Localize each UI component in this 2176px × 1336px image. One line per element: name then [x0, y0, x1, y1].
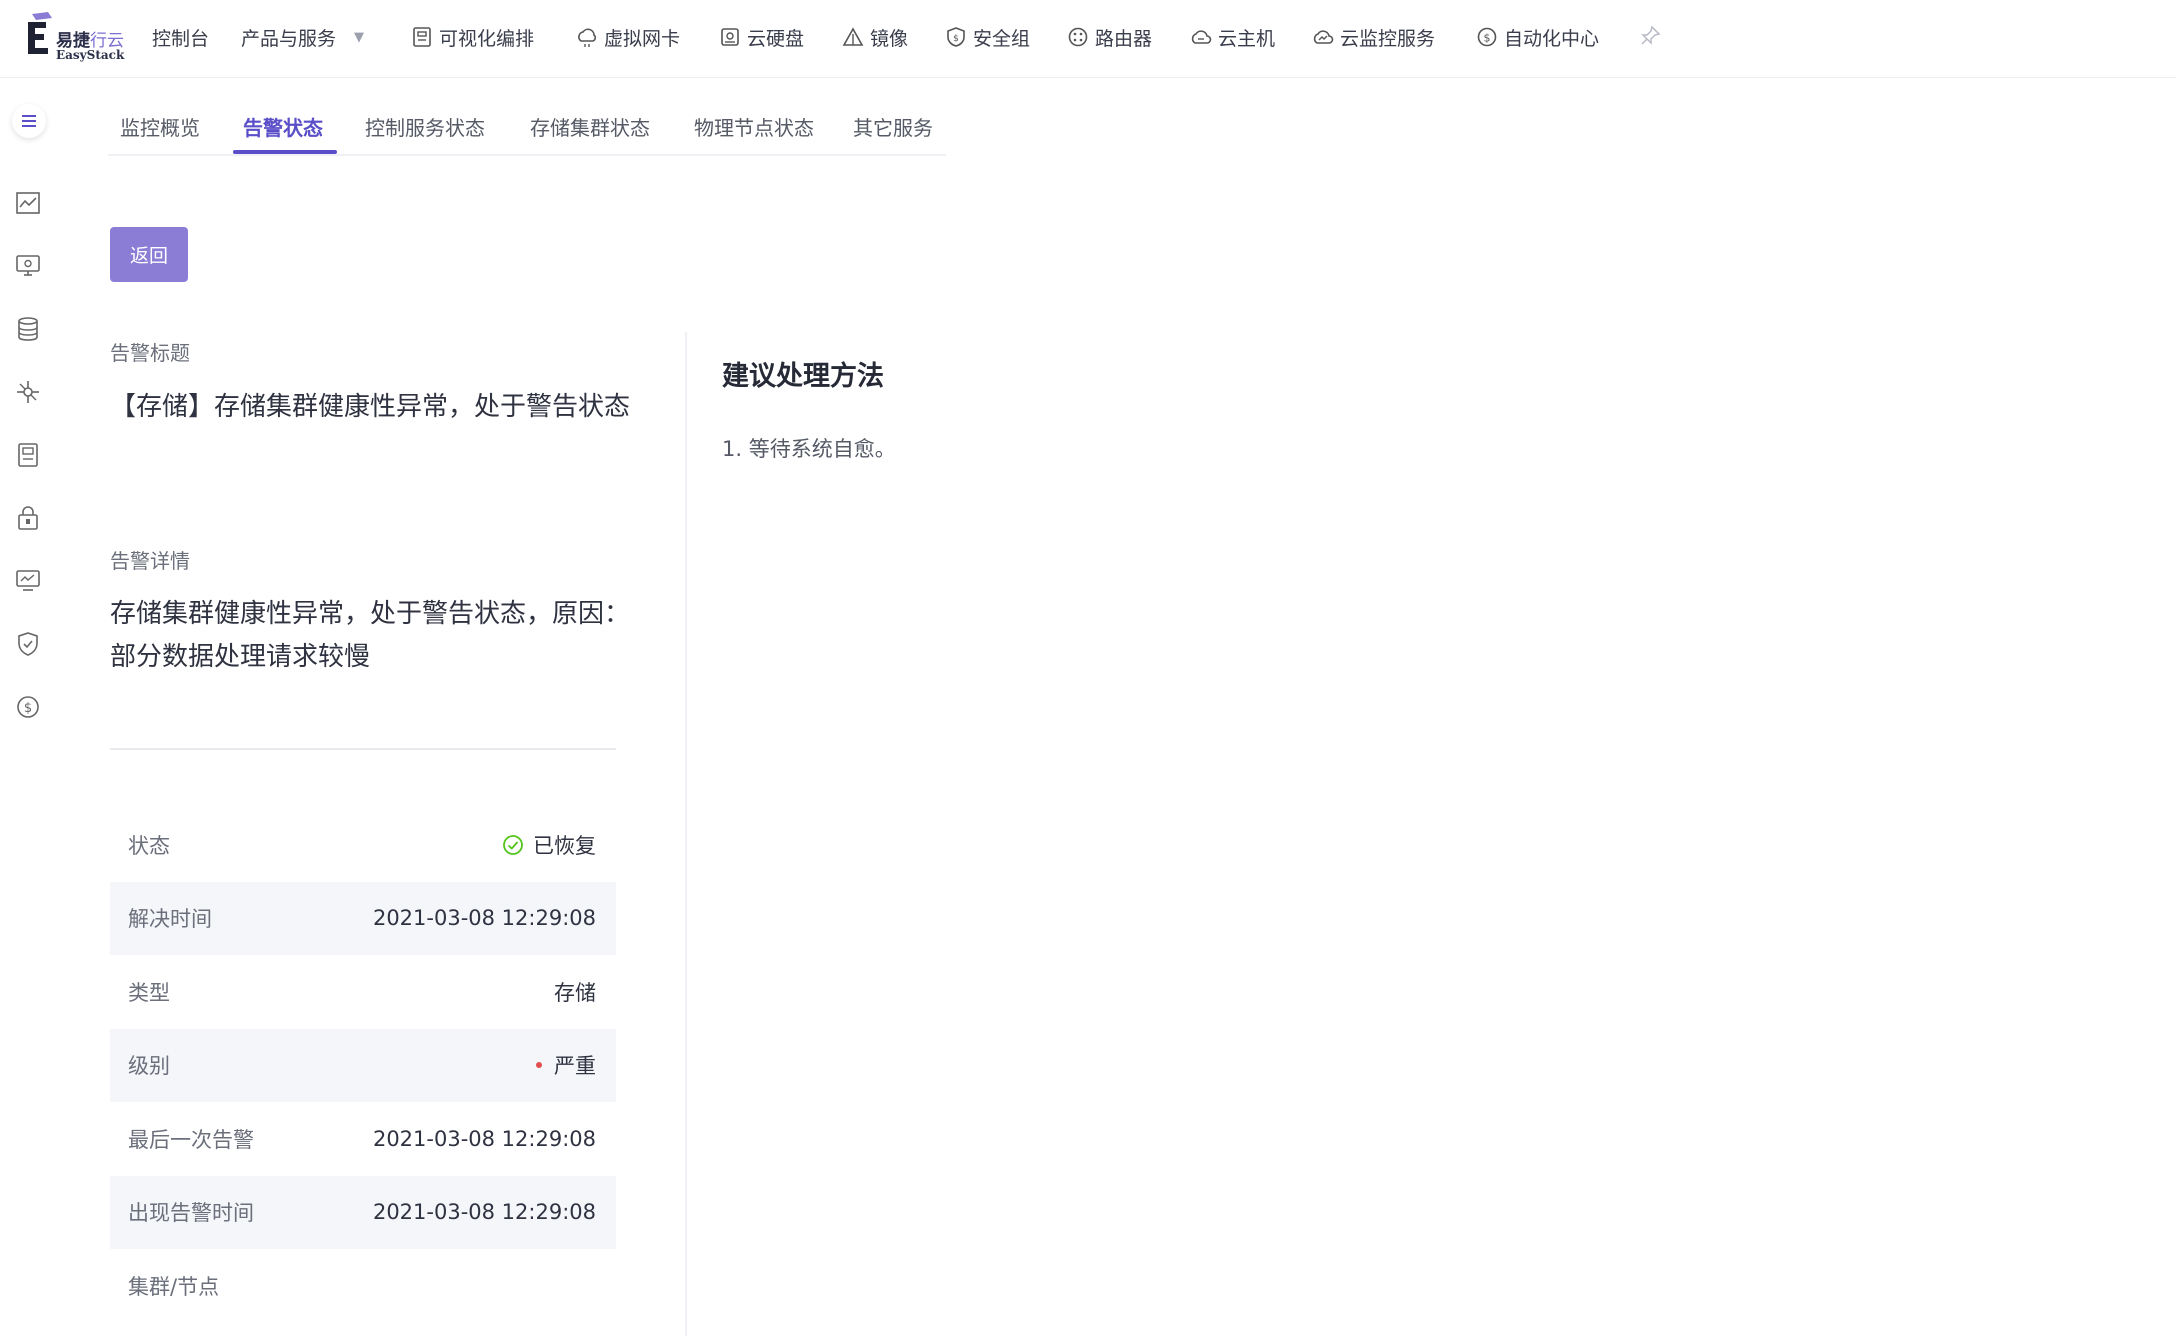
severity-key: 级别	[128, 1054, 170, 1079]
top-navigation-bar: 易捷行云 EasyStack 控制台 产品与服务 ▼ 可视化编排 虚拟网卡 云硬…	[0, 0, 2176, 78]
sidebar-toggle-button[interactable]	[12, 104, 46, 138]
alert-title-value: 【存储】存储集群健康性异常，处于警告状态	[110, 392, 631, 422]
last-alert-value: 2021-03-08 12:29:08	[372, 1126, 596, 1151]
tab-monitor-overview[interactable]: 监控概览	[120, 112, 200, 141]
table-row-last-alert: 最后一次告警 2021-03-08 12:29:08	[110, 1102, 616, 1176]
severity-dot-icon	[536, 1062, 542, 1069]
svg-text:$: $	[953, 34, 959, 44]
tab-alert-status[interactable]: 告警状态	[243, 112, 323, 141]
tab-storage-cluster-status[interactable]: 存储集群状态	[530, 112, 650, 141]
svg-text:$: $	[24, 701, 32, 716]
last-alert-key: 最后一次告警	[128, 1127, 254, 1152]
nav-router[interactable]: 路由器	[1067, 22, 1152, 52]
easystack-logo-icon	[28, 12, 52, 54]
back-button[interactable]: 返回	[110, 227, 188, 282]
monitor-chart-icon[interactable]	[14, 189, 42, 217]
type-key: 类型	[128, 980, 170, 1005]
tab-other-services[interactable]: 其它服务	[853, 112, 933, 141]
orchestration-icon	[413, 27, 431, 47]
alert-info-table: 状态 已恢复 解决时间 2021-03-08 12:29:08 类型 存储 级别…	[110, 808, 616, 1323]
column-divider	[685, 332, 687, 1336]
nav-virtual-nic[interactable]: 虚拟网卡	[576, 22, 680, 52]
cloud-host-icon	[1191, 30, 1212, 44]
shield-icon[interactable]	[14, 630, 42, 658]
image-icon	[842, 27, 864, 46]
severity-value: 严重	[536, 1050, 596, 1080]
orchestration-rail-icon[interactable]	[14, 441, 42, 469]
nic-icon	[578, 28, 597, 47]
network-icon[interactable]	[14, 378, 42, 406]
status-value-text: 已恢复	[533, 833, 596, 858]
dashboard-icon[interactable]	[14, 567, 42, 595]
alert-detail-label: 告警详情	[110, 549, 190, 573]
nav-security-group[interactable]: $ 安全组	[945, 22, 1030, 52]
chevron-down-icon: ▼	[354, 29, 365, 45]
status-key: 状态	[128, 833, 170, 858]
nav-products-services[interactable]: 产品与服务 ▼	[241, 22, 364, 52]
type-value: 存储	[554, 980, 596, 1005]
alert-title-label: 告警标题	[110, 341, 190, 365]
nav-security-group-label: 安全组	[973, 27, 1031, 50]
nav-image[interactable]: 镜像	[842, 22, 908, 52]
first-alert-value: 2021-03-08 12:29:08	[372, 1200, 596, 1225]
lock-icon[interactable]	[14, 504, 42, 532]
router-icon	[1068, 27, 1088, 47]
table-row-type: 类型 存储	[110, 955, 616, 1029]
nav-cloud-disk-label: 云硬盘	[747, 27, 805, 50]
svg-text:$: $	[1484, 32, 1491, 45]
security-group-icon: $	[947, 27, 965, 47]
nav-cloud-host[interactable]: 云主机	[1190, 22, 1275, 52]
suggestion-title: 建议处理方法	[722, 361, 884, 392]
nav-products-services-label: 产品与服务	[241, 27, 337, 50]
active-tab-indicator	[233, 150, 337, 154]
cluster-node-key: 集群/节点	[128, 1274, 220, 1299]
nav-automation[interactable]: $ 自动化中心	[1476, 22, 1599, 52]
nav-orchestration[interactable]: 可视化编排	[411, 22, 534, 52]
nav-automation-label: 自动化中心	[1504, 27, 1600, 50]
check-circle-icon	[503, 834, 523, 855]
monitor-tabs: 监控概览 告警状态 控制服务状态 存储集群状态 物理节点状态 其它服务	[108, 104, 946, 156]
nav-cloud-host-label: 云主机	[1218, 27, 1276, 50]
brand-logo[interactable]: 易捷行云 EasyStack	[26, 12, 130, 62]
tab-physical-node-status[interactable]: 物理节点状态	[694, 112, 814, 141]
brand-name-en: EasyStack	[56, 48, 125, 62]
suggestion-item: 1. 等待系统自愈。	[722, 437, 896, 461]
automation-icon: $	[1477, 27, 1497, 47]
database-icon[interactable]	[14, 315, 42, 343]
resolve-time-value: 2021-03-08 12:29:08	[372, 906, 596, 931]
disk-icon	[721, 28, 739, 46]
nav-router-label: 路由器	[1095, 27, 1153, 50]
nav-image-label: 镜像	[870, 27, 909, 50]
nav-cloud-disk[interactable]: 云硬盘	[719, 22, 804, 52]
automation-rail-icon[interactable]: $	[14, 693, 42, 721]
table-row-status: 状态 已恢复	[110, 808, 616, 882]
nav-console[interactable]: 控制台	[152, 22, 209, 52]
status-value: 已恢复	[502, 830, 596, 860]
table-row-cluster-node: 集群/节点	[110, 1249, 616, 1323]
nav-console-label: 控制台	[152, 27, 210, 50]
nav-cloud-monitor-label: 云监控服务	[1340, 27, 1436, 50]
section-divider	[110, 748, 616, 750]
severity-value-text: 严重	[554, 1054, 596, 1079]
nav-cloud-monitor[interactable]: 云监控服务	[1312, 22, 1435, 52]
first-alert-key: 出现告警时间	[128, 1201, 254, 1226]
nav-orchestration-label: 可视化编排	[439, 27, 535, 50]
screen-icon[interactable]	[14, 252, 42, 280]
tab-control-service-status[interactable]: 控制服务状态	[365, 112, 485, 141]
table-row-first-alert: 出现告警时间 2021-03-08 12:29:08	[110, 1175, 616, 1249]
table-row-severity: 级别 严重	[110, 1028, 616, 1102]
menu-icon	[22, 115, 36, 127]
alert-detail-value: 存储集群健康性异常，处于警告状态，原因：部分数据处理请求较慢	[110, 599, 631, 672]
table-row-resolve-time: 解决时间 2021-03-08 12:29:08	[110, 881, 616, 955]
cloud-monitor-icon	[1313, 30, 1334, 44]
pin-icon[interactable]	[1638, 24, 1662, 48]
resolve-time-key: 解决时间	[128, 907, 212, 932]
nav-virtual-nic-label: 虚拟网卡	[604, 27, 681, 50]
